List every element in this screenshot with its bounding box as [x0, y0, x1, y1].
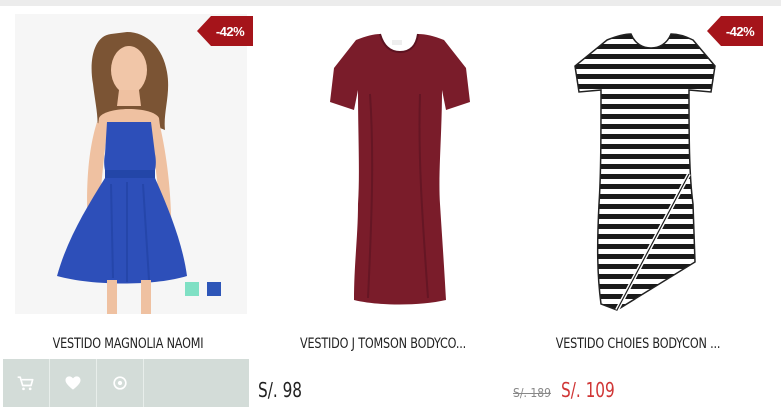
- original-price: S/. 189: [513, 386, 551, 400]
- product-image[interactable]: [525, 14, 757, 314]
- add-to-wishlist-button[interactable]: [50, 359, 97, 407]
- price-row: S/. 98: [258, 378, 310, 408]
- current-price: S/. 98: [258, 378, 303, 402]
- product-card[interactable]: VESTIDO J TOMSON BODYCO... S/. 98: [258, 6, 508, 415]
- model-photo: [15, 14, 247, 314]
- price-row: S/. 189 S/. 109: [513, 378, 624, 408]
- product-name[interactable]: VESTIDO MAGNOLIA NAOMI: [21, 336, 236, 352]
- product-card[interactable]: -42% VESTIDO MAGNOLIA NAOMI: [3, 6, 253, 415]
- striped-dress-photo: [525, 14, 757, 314]
- product-action-bar: [3, 359, 249, 407]
- product-image[interactable]: [270, 14, 502, 314]
- heart-icon: [65, 376, 81, 390]
- quick-view-button[interactable]: [97, 359, 144, 407]
- product-name[interactable]: VESTIDO J TOMSON BODYCO...: [276, 336, 491, 352]
- color-swatch-mint[interactable]: [185, 282, 199, 296]
- product-image[interactable]: [15, 14, 247, 314]
- product-card[interactable]: -42% VESTIDO CHOIES BODYCON ... S/. 189 …: [513, 6, 763, 415]
- add-to-cart-button[interactable]: [3, 359, 50, 407]
- cart-icon: [17, 376, 34, 391]
- sale-price: S/. 109: [560, 378, 615, 402]
- dress-photo: [270, 14, 502, 314]
- product-name[interactable]: VESTIDO CHOIES BODYCON ...: [531, 336, 746, 352]
- color-swatch-blue[interactable]: [207, 282, 221, 296]
- view-icon: [113, 376, 127, 390]
